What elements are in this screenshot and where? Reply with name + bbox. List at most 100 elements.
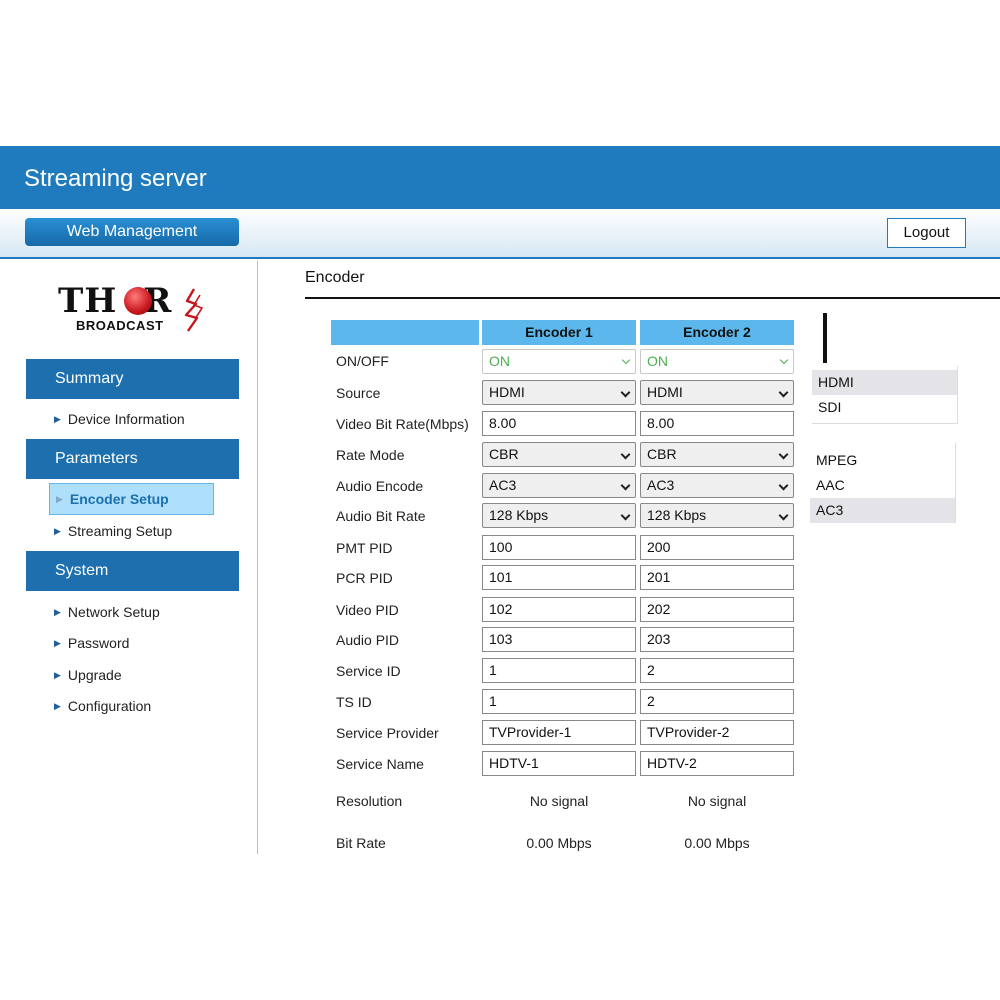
label-service-name: Service Name xyxy=(336,756,424,772)
nav-item-password[interactable]: ▶ Password xyxy=(54,635,129,651)
web-management-button[interactable]: Web Management xyxy=(25,218,239,246)
select-value: AC3 xyxy=(647,477,675,493)
audio-encode-dropdown-list: MPEG AAC AC3 xyxy=(810,443,956,523)
encoder1-rate-mode-select[interactable]: CBR xyxy=(482,442,636,467)
encoder2-rate-mode-select[interactable]: CBR xyxy=(640,442,794,467)
dropdown-option-hdmi[interactable]: HDMI xyxy=(812,370,957,395)
nav-item-label: Upgrade xyxy=(67,667,122,683)
page: Streaming server Web Management Logout T… xyxy=(0,0,1000,1000)
encoder1-source-select[interactable]: HDMI xyxy=(482,380,636,405)
text-cursor-bar xyxy=(823,313,827,363)
top-banner: Streaming server xyxy=(0,146,1000,209)
triangle-right-icon: ▶ xyxy=(54,414,61,424)
encoder1-pcr-pid-input[interactable]: 101 xyxy=(482,565,636,590)
select-value: CBR xyxy=(489,446,519,462)
encoder1-service-id-input[interactable]: 1 xyxy=(482,658,636,683)
label-bit-rate: Bit Rate xyxy=(336,835,386,851)
nav-item-streaming-setup[interactable]: ▶ Streaming Setup xyxy=(54,523,172,539)
label-onoff: ON/OFF xyxy=(336,353,389,369)
chevron-down-icon xyxy=(778,480,789,491)
chevron-down-icon xyxy=(778,387,789,398)
nav-item-label: Streaming Setup xyxy=(67,523,173,539)
nav-section-summary[interactable]: Summary xyxy=(26,359,239,399)
sidebar: TH R BROADCAST Summary ▶ Device Informati… xyxy=(0,261,258,854)
label-video-pid: Video PID xyxy=(336,602,399,618)
label-audio-bitrate: Audio Bit Rate xyxy=(336,508,426,524)
dropdown-option-ac3[interactable]: AC3 xyxy=(810,498,955,523)
chevron-down-icon xyxy=(620,480,631,491)
encoder1-ts-id-input[interactable]: 1 xyxy=(482,689,636,714)
encoder1-onoff-select[interactable]: ON xyxy=(482,349,636,374)
encoder2-service-id-input[interactable]: 2 xyxy=(640,658,794,683)
nav-item-label: Configuration xyxy=(67,698,152,714)
dropdown-option-sdi[interactable]: SDI xyxy=(812,395,957,420)
logo-subtitle: BROADCAST xyxy=(76,318,164,333)
label-service-id: Service ID xyxy=(336,663,401,679)
encoder1-video-bitrate-input[interactable]: 8.00 xyxy=(482,411,636,436)
encoder2-video-pid-input[interactable]: 202 xyxy=(640,597,794,622)
encoder2-source-select[interactable]: HDMI xyxy=(640,380,794,405)
nav-item-network-setup[interactable]: ▶ Network Setup xyxy=(54,604,160,620)
select-value: 128 Kbps xyxy=(647,507,707,523)
chevron-down-icon xyxy=(620,449,631,460)
logout-button[interactable]: Logout xyxy=(887,218,966,248)
select-value: ON xyxy=(647,353,668,369)
nav-item-label: Encoder Setup xyxy=(69,491,169,507)
label-ts-id: TS ID xyxy=(336,694,372,710)
encoder2-bit-rate-value: 0.00 Mbps xyxy=(684,835,750,851)
triangle-right-icon: ▶ xyxy=(56,494,63,504)
nav-item-label: Device Information xyxy=(67,411,185,427)
encoder1-service-name-input[interactable]: HDTV-1 xyxy=(482,751,636,776)
dropdown-option-mpeg[interactable]: MPEG xyxy=(810,448,955,473)
chevron-down-icon xyxy=(621,355,631,365)
nav-item-device-information[interactable]: ▶ Device Information xyxy=(54,411,185,427)
column-header-encoder-1: Encoder 1 xyxy=(482,320,636,345)
label-audio-pid: Audio PID xyxy=(336,632,400,648)
encoder1-service-provider-input[interactable]: TVProvider-1 xyxy=(482,720,636,745)
encoder1-audio-bitrate-select[interactable]: 128 Kbps xyxy=(482,503,636,528)
label-audio-encode: Audio Encode xyxy=(336,478,424,494)
encoder2-onoff-select[interactable]: ON xyxy=(640,349,794,374)
select-value: 128 Kbps xyxy=(489,507,549,523)
chevron-down-icon xyxy=(779,355,789,365)
encoder2-audio-pid-input[interactable]: 203 xyxy=(640,627,794,652)
nav-item-upgrade[interactable]: ▶ Upgrade xyxy=(54,667,122,683)
encoder2-service-name-input[interactable]: HDTV-2 xyxy=(640,751,794,776)
select-value: CBR xyxy=(647,446,677,462)
encoder2-pmt-pid-input[interactable]: 200 xyxy=(640,535,794,560)
triangle-right-icon: ▶ xyxy=(54,638,61,648)
dropdown-option-aac[interactable]: AAC xyxy=(810,473,955,498)
nav-item-configuration[interactable]: ▶ Configuration xyxy=(54,698,151,714)
encoder2-ts-id-input[interactable]: 2 xyxy=(640,689,794,714)
label-video-bitrate: Video Bit Rate(Mbps) xyxy=(336,416,469,432)
encoder1-video-pid-input[interactable]: 102 xyxy=(482,597,636,622)
select-value: ON xyxy=(489,353,510,369)
app-title: Streaming server xyxy=(24,165,207,192)
label-rate-mode: Rate Mode xyxy=(336,447,405,463)
nav-item-label: Network Setup xyxy=(67,604,160,620)
encoder1-audio-encode-select[interactable]: AC3 xyxy=(482,473,636,498)
encoder2-service-provider-input[interactable]: TVProvider-2 xyxy=(640,720,794,745)
encoder2-audio-encode-select[interactable]: AC3 xyxy=(640,473,794,498)
encoder1-audio-pid-input[interactable]: 103 xyxy=(482,627,636,652)
label-pcr-pid: PCR PID xyxy=(336,570,393,586)
column-header-label xyxy=(331,320,479,345)
title-divider xyxy=(305,297,1000,299)
triangle-right-icon: ▶ xyxy=(54,701,61,711)
nav-section-system[interactable]: System xyxy=(26,551,239,591)
encoder2-resolution-value: No signal xyxy=(687,793,747,809)
nav-section-parameters[interactable]: Parameters xyxy=(26,439,239,479)
label-service-provider: Service Provider xyxy=(336,725,439,741)
label-resolution: Resolution xyxy=(336,793,403,809)
encoder1-pmt-pid-input[interactable]: 100 xyxy=(482,535,636,560)
encoder2-pcr-pid-input[interactable]: 201 xyxy=(640,565,794,590)
encoder2-audio-bitrate-select[interactable]: 128 Kbps xyxy=(640,503,794,528)
column-header-encoder-2: Encoder 2 xyxy=(640,320,794,345)
logo-globe-icon xyxy=(124,287,152,315)
encoder2-video-bitrate-input[interactable]: 8.00 xyxy=(640,411,794,436)
chevron-down-icon xyxy=(620,510,631,521)
nav-item-label: Password xyxy=(67,635,130,651)
logo-wordmark: TH R xyxy=(58,281,173,321)
nav-item-encoder-setup[interactable]: ▶ Encoder Setup xyxy=(49,483,214,515)
chevron-down-icon xyxy=(778,510,789,521)
